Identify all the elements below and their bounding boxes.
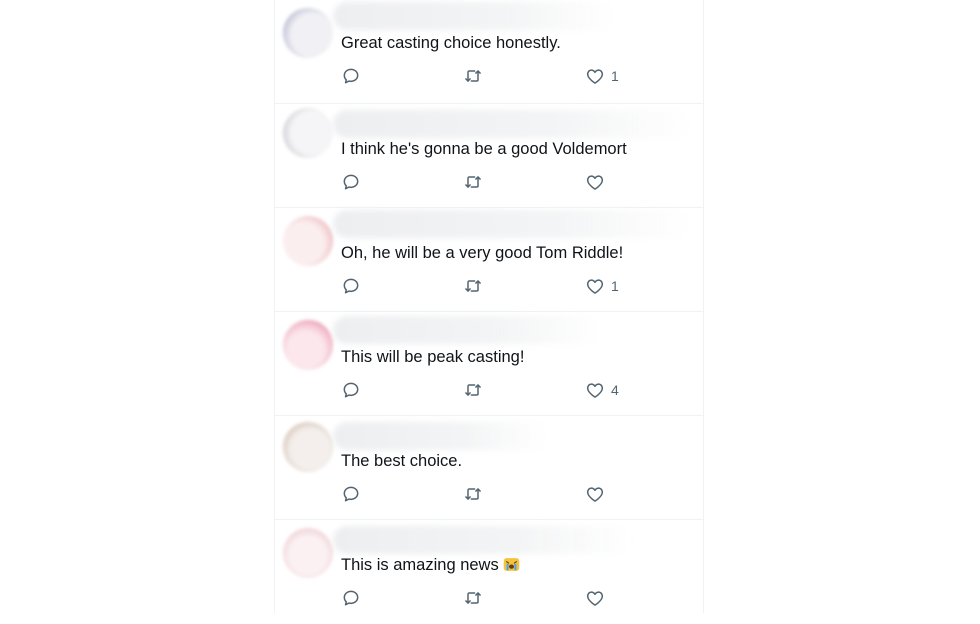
like-button[interactable]: 1 xyxy=(585,66,619,86)
retweet-button[interactable] xyxy=(463,172,483,192)
reply-button[interactable] xyxy=(341,588,361,608)
reply-icon xyxy=(343,590,359,606)
heart-icon xyxy=(586,279,604,294)
retweet-icon xyxy=(465,176,481,188)
reply-button[interactable] xyxy=(341,66,361,86)
heart-icon xyxy=(586,69,604,84)
retweet-button[interactable] xyxy=(463,66,483,86)
avatar[interactable] xyxy=(283,528,333,578)
redacted-user-header xyxy=(333,422,547,450)
reply-text: Great casting choice honestly. xyxy=(341,34,561,52)
heart-icon xyxy=(586,591,604,606)
reply-icon xyxy=(343,382,359,398)
reply-item[interactable]: Oh, he will be a very good Tom Riddle! 1 xyxy=(275,208,703,312)
reply-actions xyxy=(341,484,643,506)
like-count: 4 xyxy=(611,382,619,398)
heart-icon xyxy=(586,175,604,190)
like-button[interactable] xyxy=(585,484,611,504)
reply-button[interactable] xyxy=(341,484,361,504)
replies-column: Great casting choice honestly. 1 I think… xyxy=(274,0,704,613)
avatar[interactable] xyxy=(283,108,333,158)
like-button[interactable]: 4 xyxy=(585,380,619,400)
reply-button[interactable] xyxy=(341,276,361,296)
reply-text-body: This is amazing news xyxy=(341,556,499,574)
reply-actions xyxy=(341,588,643,610)
avatar[interactable] xyxy=(283,422,333,472)
retweet-button[interactable] xyxy=(463,276,483,296)
reply-text: The best choice. xyxy=(341,452,463,470)
reply-text: I think he's gonna be a good Voldemort xyxy=(341,140,627,158)
crying-emoji-icon xyxy=(503,558,520,571)
retweet-icon xyxy=(465,384,481,396)
reply-icon xyxy=(343,486,359,502)
redacted-user-header xyxy=(333,526,633,554)
redacted-user-header xyxy=(333,2,615,30)
reply-icon xyxy=(343,174,359,190)
retweet-icon xyxy=(465,488,481,500)
like-count: 1 xyxy=(611,278,619,294)
retweet-button[interactable] xyxy=(463,380,483,400)
reply-item[interactable]: This will be peak casting! 4 xyxy=(275,312,703,416)
heart-icon xyxy=(586,487,604,502)
retweet-icon xyxy=(465,280,481,292)
like-count: 1 xyxy=(611,68,619,84)
redacted-user-header xyxy=(333,110,693,138)
reply-actions xyxy=(341,172,643,194)
retweet-button[interactable] xyxy=(463,484,483,504)
reply-icon xyxy=(343,278,359,294)
heart-icon xyxy=(586,383,604,398)
reply-button[interactable] xyxy=(341,172,361,192)
reply-item[interactable]: I think he's gonna be a good Voldemort xyxy=(275,104,703,208)
reply-item[interactable]: The best choice. xyxy=(275,416,703,520)
reply-actions: 1 xyxy=(341,66,643,88)
reply-button[interactable] xyxy=(341,380,361,400)
like-button[interactable] xyxy=(585,172,611,192)
retweet-icon xyxy=(465,592,481,604)
reply-text: This will be peak casting! xyxy=(341,348,525,366)
avatar[interactable] xyxy=(283,320,333,370)
avatar[interactable] xyxy=(283,8,333,58)
retweet-button[interactable] xyxy=(463,588,483,608)
redacted-user-header xyxy=(333,316,601,344)
reply-item[interactable]: This is amazing news xyxy=(275,520,703,624)
like-button[interactable]: 1 xyxy=(585,276,619,296)
reply-text: Oh, he will be a very good Tom Riddle! xyxy=(341,244,624,262)
reply-text: This is amazing news xyxy=(341,554,520,576)
reply-icon xyxy=(343,68,359,84)
retweet-icon xyxy=(465,70,481,82)
redacted-user-header xyxy=(333,210,691,238)
like-button[interactable] xyxy=(585,588,611,608)
reply-actions: 4 xyxy=(341,380,643,402)
reply-item[interactable]: Great casting choice honestly. 1 xyxy=(275,0,703,104)
avatar[interactable] xyxy=(283,216,333,266)
reply-actions: 1 xyxy=(341,276,643,298)
